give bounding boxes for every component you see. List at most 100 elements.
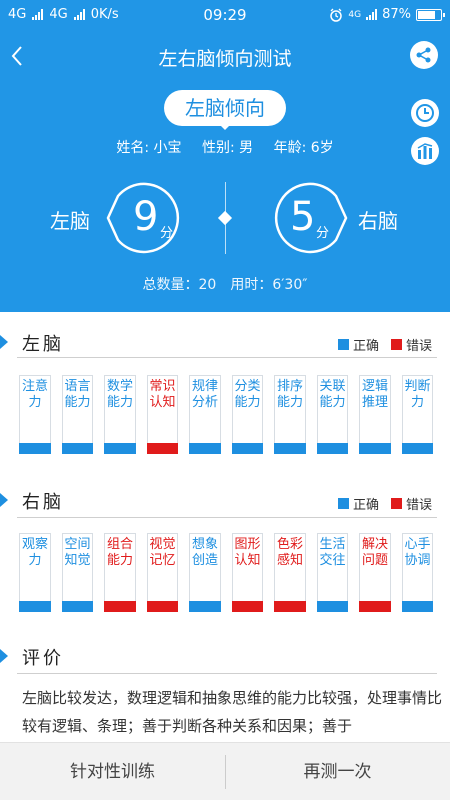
section-title: 右脑 (22, 492, 64, 513)
left-brain-ability-card[interactable]: 关联能力 (316, 375, 348, 454)
section-divider (17, 517, 437, 518)
left-brain-ability-card[interactable]: 排序能力 (274, 375, 306, 454)
ability-status-bar (146, 443, 178, 454)
ability-status-bar (189, 601, 221, 612)
legend-correct-swatch (337, 339, 349, 350)
legend-wrong-swatch (390, 498, 402, 509)
right-score-unit: 分 (316, 226, 330, 241)
right-brain-abilities: 观察力 空间知觉 组合能力 视觉记忆 想象创造 图形认知 色彩感知 生活交往 解决问题 心手协调 (19, 533, 433, 612)
right-brain-ability-card[interactable]: 视觉记忆 (146, 533, 178, 612)
ability-status-bar (231, 443, 263, 454)
ability-label: 观察力 (21, 537, 48, 568)
network-type-3: 4G (348, 9, 362, 20)
section-divider (17, 357, 437, 358)
evaluation-text: 左脑比较发达，数理逻辑和抽象思维的能力比较强，处理事情比较有逻辑、条理；善于判断… (22, 689, 443, 735)
right-brain-ability-card[interactable]: 图形认知 (231, 533, 263, 612)
ability-status-bar (189, 443, 221, 454)
page-title: 左右脑倾向测试 (158, 48, 292, 70)
status-bar: 4G 4G 0K/s 09:29 4G 87% (0, 0, 450, 30)
result-header: 4G 4G 0K/s 09:29 4G 87% 左右脑倾向测试 左脑倾向 姓名:… (0, 0, 450, 312)
legend: 正确 错误 (337, 494, 432, 513)
share-icon (416, 47, 431, 63)
left-score-unit: 分 (160, 226, 174, 241)
ability-status-bar (274, 443, 306, 454)
left-brain-ability-card[interactable]: 分类能力 (231, 375, 263, 454)
alarm-icon (330, 8, 343, 22)
section-marker (0, 335, 8, 349)
section-divider (17, 673, 437, 674)
right-brain-ability-card[interactable]: 观察力 (19, 533, 51, 612)
retest-button[interactable]: 再测一次 (225, 743, 450, 800)
left-brain-ability-card[interactable]: 常识认知 (146, 375, 178, 454)
ability-status-bar (231, 601, 263, 612)
ability-status-bar (61, 601, 93, 612)
right-score: 5 (290, 194, 316, 240)
ability-status-bar (104, 601, 136, 612)
section-title: 左脑 (22, 334, 64, 355)
ability-label: 色彩感知 (276, 537, 303, 568)
badge-pointer (217, 122, 233, 130)
ability-status-bar (401, 443, 433, 454)
legend-correct-swatch (337, 498, 349, 509)
section-marker (0, 649, 8, 663)
test-summary: 总数量：20 用时：6′30″ (142, 277, 308, 293)
ability-label: 数学能力 (106, 379, 133, 410)
targeted-training-button[interactable]: 针对性训练 (0, 743, 225, 800)
battery-icon (416, 8, 445, 21)
ability-label: 注意力 (21, 379, 48, 410)
legend-wrong-label: 错误 (405, 498, 432, 513)
left-brain-ability-card[interactable]: 注意力 (19, 375, 51, 454)
child-info: 姓名: 小宝 性别: 男 年龄: 6岁 (0, 137, 450, 157)
ability-label: 分类能力 (234, 379, 261, 410)
left-brain-ability-card[interactable]: 规律分析 (189, 375, 221, 454)
left-brain-ability-card[interactable]: 数学能力 (104, 375, 136, 454)
divider-diamond (217, 210, 233, 226)
ability-label: 视觉记忆 (149, 537, 176, 568)
left-brain-ability-card[interactable]: 逻辑推理 (359, 375, 391, 454)
ability-label: 关联能力 (319, 379, 346, 410)
battery-percent: 87% (382, 7, 411, 22)
legend-wrong-swatch (390, 339, 402, 350)
ability-status-bar (316, 601, 348, 612)
child-age: 年龄: 6岁 (273, 140, 334, 156)
bottom-action-bar: 针对性训练 再测一次 (0, 742, 450, 800)
ability-label: 逻辑推理 (361, 379, 388, 410)
ability-status-bar (359, 443, 391, 454)
status-right: 4G 87% (329, 7, 445, 22)
ability-label: 解决问题 (361, 537, 388, 568)
right-brain-ability-card[interactable]: 想象创造 (189, 533, 221, 612)
legend: 正确 错误 (337, 335, 432, 354)
ability-status-bar (146, 601, 178, 612)
clock-icon (416, 104, 434, 122)
right-brain-ability-card[interactable]: 组合能力 (104, 533, 136, 612)
legend-correct-label: 正确 (352, 339, 379, 354)
right-brain-ability-card[interactable]: 解决问题 (359, 533, 391, 612)
ability-label: 想象创造 (191, 537, 218, 568)
nav-bar: 左右脑倾向测试 (0, 38, 450, 76)
child-name: 姓名: 小宝 (116, 140, 182, 156)
right-brain-ability-card[interactable]: 空间知觉 (61, 533, 93, 612)
ability-label: 常识认知 (149, 379, 176, 410)
left-brain-ability-card[interactable]: 语言能力 (61, 375, 93, 454)
ability-status-bar (104, 443, 136, 454)
ability-status-bar (359, 601, 391, 612)
ability-label: 图形认知 (234, 537, 261, 568)
ability-status-bar (19, 443, 51, 454)
share-button[interactable] (410, 41, 438, 69)
right-brain-label: 右脑 (358, 209, 398, 233)
legend-correct-label: 正确 (352, 498, 379, 513)
ability-label: 规律分析 (191, 379, 218, 410)
right-brain-ability-card[interactable]: 心手协调 (401, 533, 433, 612)
ability-label: 空间知觉 (64, 537, 91, 568)
section-title: 评价 (22, 648, 64, 669)
ability-status-bar (274, 601, 306, 612)
ability-label: 心手协调 (404, 537, 431, 568)
ability-label: 生活交往 (319, 537, 346, 568)
history-button[interactable] (411, 99, 439, 127)
left-brain-ability-card[interactable]: 判断力 (401, 375, 433, 454)
ability-status-bar (316, 443, 348, 454)
right-brain-ability-card[interactable]: 色彩感知 (274, 533, 306, 612)
right-brain-ability-card[interactable]: 生活交往 (316, 533, 348, 612)
legend-wrong-label: 错误 (405, 339, 432, 354)
signal-icon (366, 9, 378, 20)
